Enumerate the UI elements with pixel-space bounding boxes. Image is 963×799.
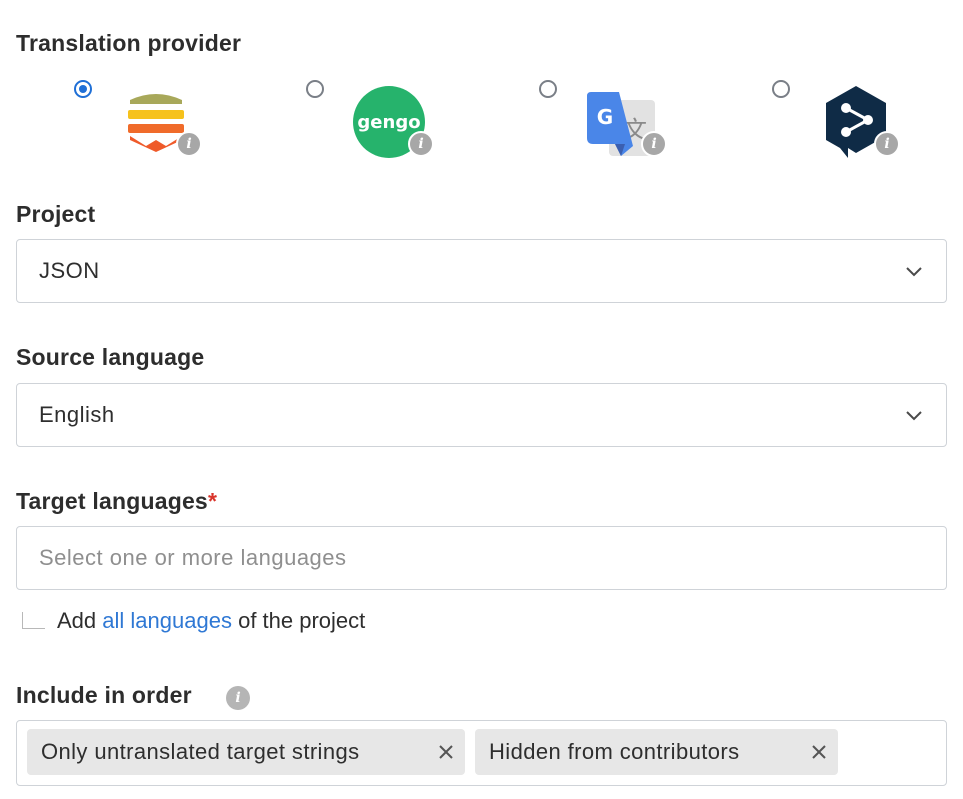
tag-label: Only untranslated target strings: [41, 739, 360, 764]
source-language-value: English: [39, 402, 115, 427]
all-languages-link[interactable]: all languages: [102, 608, 232, 633]
project-select[interactable]: JSON: [16, 239, 947, 303]
include-in-order-select[interactable]: Only untranslated target strings Hidden …: [16, 720, 947, 786]
hint-prefix: Add: [57, 608, 97, 633]
chevron-down-icon: [906, 411, 922, 421]
include-in-order-label: Include in order: [16, 682, 192, 708]
svg-text:G: G: [597, 105, 613, 129]
info-icon[interactable]: i: [874, 131, 900, 157]
provider-radio-deepl[interactable]: [772, 80, 790, 98]
provider-logo-gengo[interactable]: gengo i: [352, 86, 434, 162]
tag-label: Hidden from contributors: [489, 739, 740, 764]
required-asterisk: *: [207, 488, 218, 514]
provider-radio-google-translate[interactable]: [539, 80, 557, 98]
hint-suffix: of the project: [238, 608, 366, 633]
hint-elbow-connector: [22, 612, 45, 629]
info-icon[interactable]: i: [641, 131, 667, 157]
provider-logo-google-translate[interactable]: 文 G i: [585, 86, 667, 162]
source-language-label: Source language: [16, 344, 205, 370]
tag-only-untranslated: Only untranslated target strings: [27, 729, 465, 775]
info-icon[interactable]: i: [176, 131, 202, 157]
svg-text:gengo: gengo: [357, 112, 420, 133]
project-value: JSON: [39, 258, 100, 283]
project-label: Project: [16, 201, 96, 227]
target-languages-label-text: Target languages: [16, 488, 208, 514]
add-all-languages-hint: Add all languages of the project: [57, 608, 365, 634]
source-language-select[interactable]: English: [16, 383, 947, 447]
provider-logo-deepl[interactable]: i: [818, 86, 900, 162]
target-languages-label: Target languages*: [16, 488, 217, 515]
info-icon[interactable]: i: [226, 686, 250, 710]
target-languages-input[interactable]: Select one or more languages: [16, 526, 947, 590]
tag-hidden-from-contributors: Hidden from contributors: [475, 729, 838, 775]
target-languages-placeholder: Select one or more languages: [39, 545, 347, 570]
translation-provider-label: Translation provider: [16, 30, 242, 56]
remove-tag-icon[interactable]: [810, 729, 828, 775]
remove-tag-icon[interactable]: [437, 729, 455, 775]
provider-radio-lokalise[interactable]: [74, 80, 92, 98]
info-icon[interactable]: i: [408, 131, 434, 157]
chevron-down-icon: [906, 267, 922, 277]
provider-logo-lokalise[interactable]: i: [120, 86, 202, 162]
provider-radio-gengo[interactable]: [306, 80, 324, 98]
